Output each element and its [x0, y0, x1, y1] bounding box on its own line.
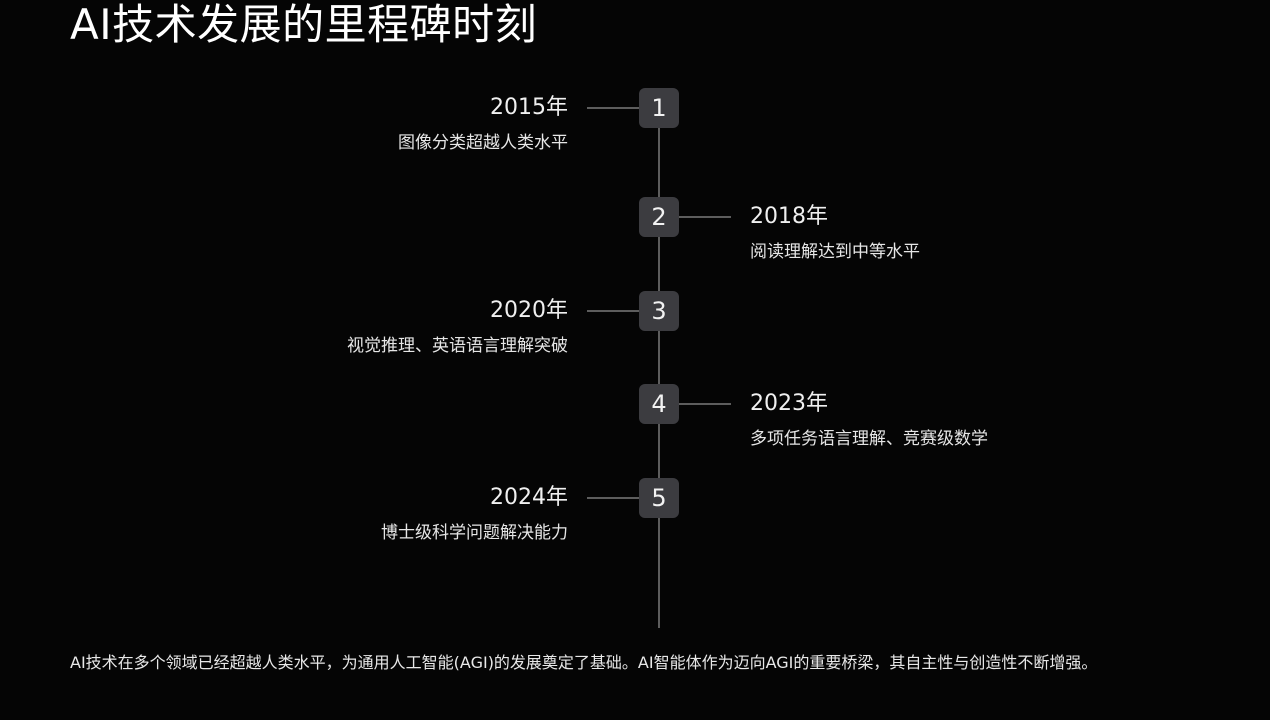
- footer-summary: AI技术在多个领域已经超越人类水平，为通用人工智能(AGI)的发展奠定了基础。A…: [70, 653, 1098, 672]
- connector-4: [679, 403, 731, 405]
- milestone-entry-5: 2024年 博士级科学问题解决能力: [381, 484, 568, 544]
- connector-2: [679, 216, 731, 218]
- milestone-node-1: 1: [639, 88, 679, 128]
- milestone-node-5: 5: [639, 478, 679, 518]
- milestone-description: 博士级科学问题解决能力: [381, 523, 568, 543]
- milestone-node-3: 3: [639, 291, 679, 331]
- milestone-entry-1: 2015年 图像分类超越人类水平: [398, 94, 568, 154]
- connector-5: [587, 497, 639, 499]
- milestone-year: 2015年: [490, 95, 568, 120]
- milestone-year: 2024年: [490, 485, 568, 510]
- milestone-entry-3: 2020年 视觉推理、英语语言理解突破: [347, 297, 568, 357]
- connector-3: [587, 310, 639, 312]
- milestone-node-4: 4: [639, 384, 679, 424]
- milestone-year: 2023年: [750, 391, 828, 416]
- milestone-year: 2018年: [750, 204, 828, 229]
- milestone-entry-4: 2023年 多项任务语言理解、竞赛级数学: [750, 390, 988, 450]
- milestone-entry-2: 2018年 阅读理解达到中等水平: [750, 203, 920, 263]
- connector-1: [587, 107, 639, 109]
- milestone-description: 多项任务语言理解、竞赛级数学: [750, 429, 988, 449]
- milestone-description: 阅读理解达到中等水平: [750, 242, 920, 262]
- milestone-description: 图像分类超越人类水平: [398, 133, 568, 153]
- milestone-year: 2020年: [490, 298, 568, 323]
- timeline-spine: [658, 108, 660, 628]
- page-title: AI技术发展的里程碑时刻: [70, 0, 538, 49]
- milestone-node-2: 2: [639, 197, 679, 237]
- milestone-description: 视觉推理、英语语言理解突破: [347, 336, 568, 356]
